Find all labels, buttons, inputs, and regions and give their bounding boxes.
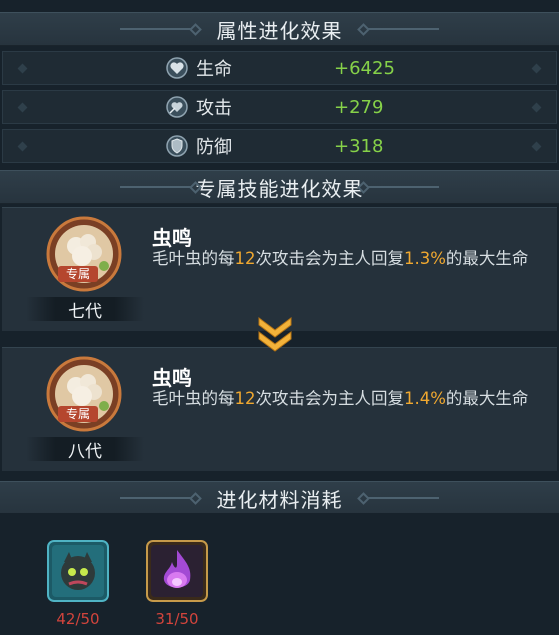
material-list: 42/50 31/50 [0, 513, 559, 635]
header-ornament-right [357, 180, 439, 194]
generation-label: 七代 [26, 297, 144, 322]
attack-count: 12 [234, 249, 256, 268]
skill-panel-gen8: 专属 八代 虫鸣 毛叶虫的每12次攻击会为主人回复1.4%的最大生命 [2, 347, 557, 471]
stat-value: +279 [334, 96, 384, 118]
skill-name: 虫鸣 [152, 366, 192, 390]
skill-badge-icon: 专属 [46, 216, 122, 292]
generation-label: 八代 [26, 437, 144, 462]
header-ornament-left [120, 180, 202, 194]
stat-name: 生命 [196, 59, 232, 80]
stat-row-hp: 生命 +6425 [2, 51, 557, 85]
stat-value: +6425 [334, 57, 395, 79]
header-ornament-right [357, 22, 439, 36]
material-count: 42/50 [56, 610, 100, 628]
heart-shield-icon [166, 57, 188, 79]
stat-value: +318 [334, 135, 384, 157]
purple-flame-icon[interactable] [146, 540, 208, 602]
heal-percent: 1.3% [404, 249, 446, 268]
header-ornament-right [357, 491, 439, 505]
shield-icon [166, 135, 188, 157]
skill-section-header: 专属技能进化效果 [0, 170, 559, 204]
stat-name: 攻击 [196, 98, 232, 119]
header-ornament-left [120, 491, 202, 505]
heal-percent: 1.4% [404, 389, 446, 408]
attr-section-header: 属性进化效果 [0, 12, 559, 46]
attack-heart-icon [166, 96, 188, 118]
material-count: 31/50 [155, 610, 199, 628]
attr-section-title: 属性进化效果 [216, 18, 343, 43]
stat-row-attack: 攻击 +279 [2, 90, 557, 124]
badge-label: 专属 [66, 406, 90, 421]
stat-name: 防御 [196, 137, 232, 158]
stat-row-defense: 防御 +318 [2, 129, 557, 163]
skill-section-title: 专属技能进化效果 [195, 176, 364, 201]
skill-badge-icon: 专属 [46, 356, 122, 432]
skill-description: 毛叶虫的每12次攻击会为主人回复1.4%的最大生命 [152, 389, 529, 408]
header-ornament-left [120, 22, 202, 36]
badge-label: 专属 [66, 266, 90, 281]
skill-description: 毛叶虫的每12次攻击会为主人回复1.3%的最大生命 [152, 249, 529, 268]
skill-panel-gen7: 专属 七代 虫鸣 毛叶虫的每12次攻击会为主人回复1.3%的最大生命 [2, 207, 557, 331]
material-section-title: 进化材料消耗 [216, 487, 343, 512]
material-section-header: 进化材料消耗 [0, 481, 559, 515]
double-chevron-down-icon [258, 317, 292, 352]
dark-creature-icon[interactable] [47, 540, 109, 602]
skill-name: 虫鸣 [152, 226, 192, 250]
attack-count: 12 [234, 389, 256, 408]
